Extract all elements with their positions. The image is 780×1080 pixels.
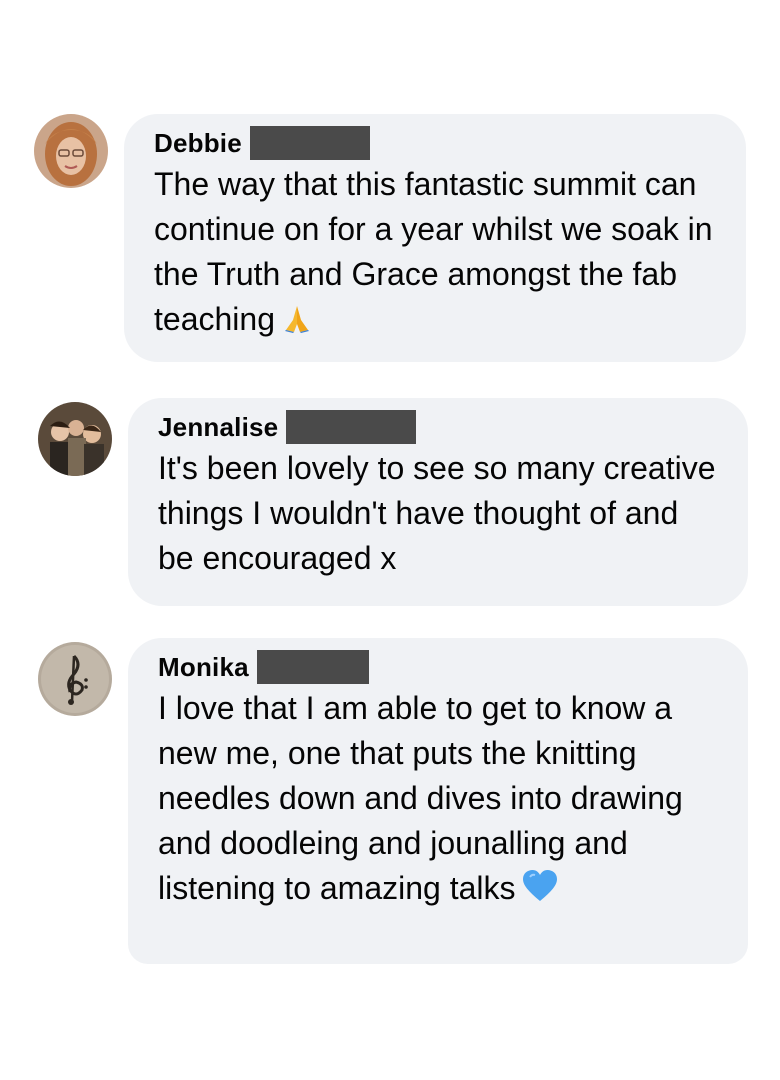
redacted-surname <box>286 410 417 444</box>
folded-hands-icon <box>281 301 313 346</box>
user-avatar-icon <box>38 402 112 476</box>
comment-bubble: Monika I love that I am able to get to k… <box>128 638 748 964</box>
comment-text: I love that I am able to get to know a n… <box>158 686 720 915</box>
comment-author[interactable]: Monika <box>158 652 249 683</box>
comment-header: Monika <box>158 650 720 684</box>
avatar[interactable] <box>38 402 112 476</box>
comment-header: Jennalise <box>158 410 720 444</box>
redacted-surname <box>256 650 369 684</box>
music-clef-icon <box>38 642 112 716</box>
comment-body: The way that this fantastic summit can c… <box>154 166 713 337</box>
comment-author[interactable]: Jennalise <box>158 412 278 443</box>
avatar[interactable] <box>34 114 108 188</box>
comment-text: It's been lovely to see so many creative… <box>158 446 720 581</box>
comment-body: I love that I am able to get to know a n… <box>158 690 683 906</box>
avatar[interactable] <box>38 642 112 716</box>
comment-text: The way that this fantastic summit can c… <box>154 162 718 346</box>
redacted-surname <box>249 126 370 160</box>
comment-author[interactable]: Debbie <box>154 128 242 159</box>
user-avatar-icon <box>34 114 108 188</box>
comment-bubble: Jennalise It's been lovely to see so man… <box>128 398 748 606</box>
comment-body: It's been lovely to see so many creative… <box>158 450 716 576</box>
comment-bubble: Debbie The way that this fantastic summi… <box>124 114 746 362</box>
comment-header: Debbie <box>154 126 718 160</box>
blue-heart-icon <box>522 869 558 915</box>
